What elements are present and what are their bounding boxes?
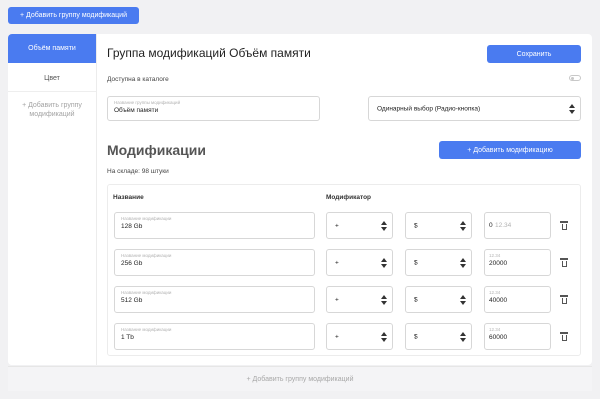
- modification-name-value: 128 Gb: [121, 223, 143, 230]
- modifier-operator-select[interactable]: +: [326, 212, 393, 239]
- price-placeholder: 12.34: [489, 290, 501, 295]
- price-field[interactable]: 12.34 20000: [484, 249, 551, 276]
- select-arrows-icon: [460, 331, 466, 342]
- trash-lid: [560, 258, 568, 260]
- trash-lid: [560, 295, 568, 297]
- trash-can: [561, 334, 567, 341]
- sidebar-add-group-button[interactable]: + Добавить группу модификаций: [8, 98, 96, 124]
- bottom-add-group-button[interactable]: + Добавить группу модификаций: [8, 366, 592, 391]
- group-sidebar: Объём памяти Цвет + Добавить группу моди…: [8, 34, 96, 365]
- sidebar-item-memory[interactable]: Объём памяти: [8, 34, 96, 63]
- modifications-table: Название Модификатор Название модификаци…: [107, 184, 581, 356]
- header-modifier: Модификатор: [326, 194, 372, 201]
- modifier-operator-value: +: [335, 296, 339, 303]
- trash-can: [561, 297, 567, 304]
- add-modification-button[interactable]: + Добавить модификацию: [439, 141, 581, 159]
- modification-name-value: 512 Gb: [121, 297, 143, 304]
- modification-name-placeholder: Название модификации: [121, 327, 172, 332]
- select-arrows-icon: [381, 257, 387, 268]
- trash-lid: [560, 221, 568, 223]
- price-field[interactable]: 12.34 60000: [484, 323, 551, 350]
- save-button[interactable]: Сохранить: [487, 45, 581, 63]
- price-placeholder: 12.34: [495, 222, 512, 229]
- table-row: Название модификации 1 Tb + $ 12.34 6000…: [108, 323, 580, 351]
- group-name-value: Объём памяти: [114, 107, 159, 114]
- currency-select[interactable]: $: [405, 212, 472, 239]
- select-arrows-icon: [569, 103, 575, 114]
- select-arrows-icon: [460, 294, 466, 305]
- catalog-toggle[interactable]: [569, 75, 581, 81]
- stock-label: На складе: 98 штуки: [107, 168, 169, 175]
- modification-name-value: 1 Tb: [121, 334, 134, 341]
- price-placeholder: 12.34: [489, 327, 501, 332]
- table-row: Название модификации 128 Gb + $ 0 12.34: [108, 212, 580, 240]
- modifier-operator-value: +: [335, 222, 339, 229]
- currency-select[interactable]: $: [405, 323, 472, 350]
- select-arrows-icon: [381, 220, 387, 231]
- group-editor-panel: Объём памяти Цвет + Добавить группу моди…: [8, 34, 592, 365]
- modifier-operator-select[interactable]: +: [326, 286, 393, 313]
- price-field[interactable]: 12.34 40000: [484, 286, 551, 313]
- group-name-placeholder: Название группы модификаций: [114, 100, 181, 105]
- price-field[interactable]: 0 12.34: [484, 212, 551, 239]
- modifier-operator-value: +: [335, 333, 339, 340]
- catalog-availability-label: Доступна в каталоге: [107, 76, 169, 83]
- select-arrows-icon: [460, 257, 466, 268]
- price-placeholder: 12.34: [489, 253, 501, 258]
- modifier-operator-select[interactable]: +: [326, 249, 393, 276]
- trash-can: [561, 260, 567, 267]
- select-arrows-icon: [381, 294, 387, 305]
- modifier-operator-select[interactable]: +: [326, 323, 393, 350]
- trash-icon[interactable]: [560, 258, 568, 267]
- trash-lid: [560, 332, 568, 334]
- price-value: 60000: [489, 334, 508, 341]
- currency-value: $: [414, 296, 418, 303]
- trash-can: [561, 223, 567, 230]
- currency-select[interactable]: $: [405, 249, 472, 276]
- modification-name-field[interactable]: Название модификации 256 Gb: [114, 249, 315, 276]
- modification-name-field[interactable]: Название модификации 1 Tb: [114, 323, 315, 350]
- currency-value: $: [414, 222, 418, 229]
- sidebar-divider: [8, 91, 96, 92]
- currency-value: $: [414, 259, 418, 266]
- header-name: Название: [113, 194, 144, 201]
- sidebar-item-color[interactable]: Цвет: [8, 66, 96, 91]
- currency-select[interactable]: $: [405, 286, 472, 313]
- group-title: Группа модификаций Объём памяти: [107, 46, 311, 60]
- modification-name-field[interactable]: Название модификации 128 Gb: [114, 212, 315, 239]
- trash-icon[interactable]: [560, 295, 568, 304]
- select-arrows-icon: [381, 331, 387, 342]
- table-row: Название модификации 512 Gb + $ 12.34 40…: [108, 286, 580, 314]
- modification-name-value: 256 Gb: [121, 260, 143, 267]
- trash-icon[interactable]: [560, 332, 568, 341]
- modification-name-field[interactable]: Название модификации 512 Gb: [114, 286, 315, 313]
- group-content: Группа модификаций Объём памяти Сохранит…: [96, 34, 592, 365]
- price-value: 40000: [489, 297, 508, 304]
- modification-name-placeholder: Название модификации: [121, 253, 172, 258]
- select-arrows-icon: [460, 220, 466, 231]
- add-group-button[interactable]: + Добавить группу модификаций: [8, 7, 139, 24]
- selection-type-value: Одинарный выбор (Радио-кнопка): [377, 105, 481, 112]
- table-row: Название модификации 256 Gb + $ 12.34 20…: [108, 249, 580, 277]
- price-value: 20000: [489, 260, 508, 267]
- modification-name-placeholder: Название модификации: [121, 216, 172, 221]
- toggle-knob: [571, 77, 574, 80]
- trash-icon[interactable]: [560, 221, 568, 230]
- modification-name-placeholder: Название модификации: [121, 290, 172, 295]
- currency-value: $: [414, 333, 418, 340]
- price-value: 0: [489, 222, 493, 229]
- modifier-operator-value: +: [335, 259, 339, 266]
- modifications-title: Модификации: [107, 142, 206, 158]
- selection-type-select[interactable]: Одинарный выбор (Радио-кнопка): [368, 96, 581, 121]
- group-name-field[interactable]: Название группы модификаций Объём памяти: [107, 96, 320, 121]
